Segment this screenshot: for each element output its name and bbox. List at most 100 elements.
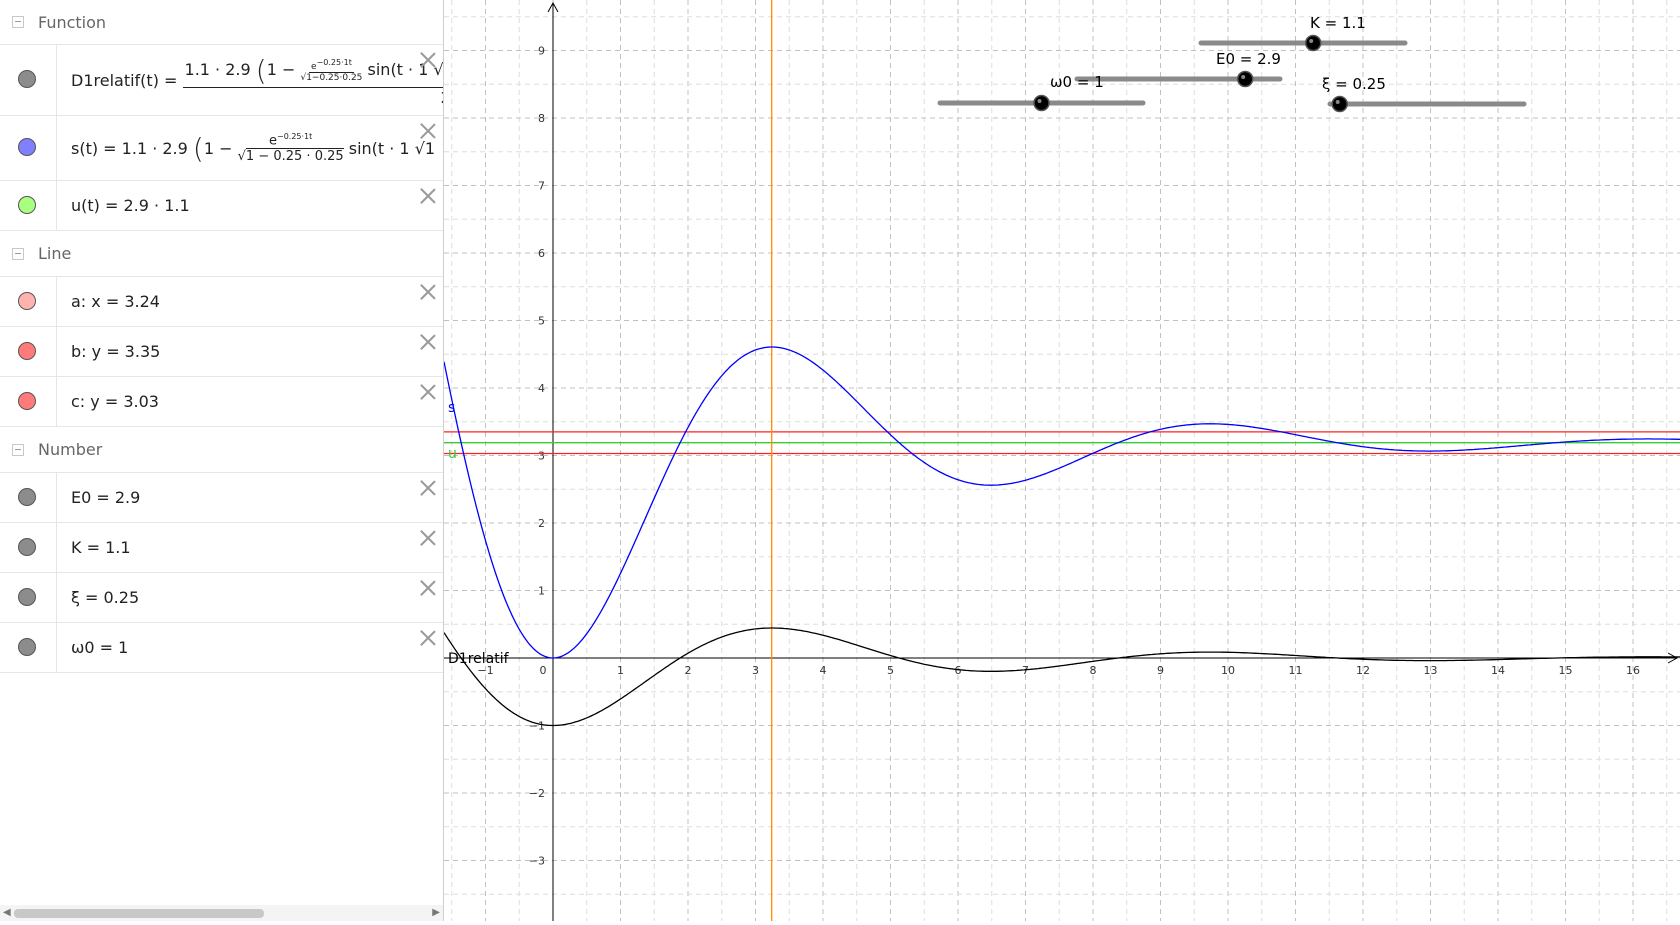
y-tick-label: 6 [538,247,545,260]
y-tick-label: −3 [529,855,545,868]
delete-omega0-icon[interactable] [419,629,437,647]
scrollbar-thumb[interactable] [14,909,264,918]
slider-xi-handle[interactable] [1331,95,1348,113]
graphics-view[interactable]: −1 0 1 2 3 4 5 6 7 8 9 10 11 12 13 14 15 16 9 8 7 6 5 4 3 2 1 −1 −2−… [443,0,1680,921]
slider-xi-handle-highlight [1335,100,1340,104]
line-a-definition[interactable]: a: x = 3.24 [57,277,443,326]
x-tick-label: 10 [1221,664,1235,677]
visibility-toggle-e0[interactable] [18,487,36,506]
line-b-definition[interactable]: b: y = 3.35 [57,327,443,376]
delete-d1relatif-icon[interactable] [419,51,437,69]
delete-e0-icon[interactable] [419,479,437,497]
x-tick-label: 14 [1491,664,1505,677]
y-tick-label: 5 [538,315,545,328]
u-definition[interactable]: u(t) = 2.9 · 1.1 [57,181,443,230]
visibility-toggle-a[interactable] [18,291,36,310]
delete-a-icon[interactable] [419,283,437,301]
category-line-label: Line [38,244,72,263]
category-number-label: Number [38,440,103,459]
collapse-function-icon[interactable] [12,16,24,28]
slider-xi-label: ξ = 0.25 [1322,75,1386,93]
k-definition[interactable]: K = 1.1 [57,523,443,572]
y-tick-label: 1 [538,585,545,598]
scroll-right-icon[interactable]: ▶ [432,907,440,918]
algebra-row-k[interactable]: K = 1.1 [0,523,443,573]
e0-definition[interactable]: E0 = 2.9 [57,473,443,522]
delete-xi-icon[interactable] [419,579,437,597]
line-c-definition[interactable]: c: y = 3.03 [57,377,443,426]
visibility-toggle-s[interactable] [18,138,36,156]
visibility-toggle-omega0[interactable] [18,637,36,656]
y-tick-label: 8 [538,112,545,125]
y-tick-label: 4 [538,382,545,395]
x-tick-label: 16 [1626,664,1640,677]
visibility-toggle-b[interactable] [18,341,36,360]
visibility-toggle-c[interactable] [18,391,36,410]
x-tick-label: 2 [685,664,692,677]
algebra-row-omega0[interactable]: ω0 = 1 [0,623,443,673]
slider-k-label: K = 1.1 [1310,14,1366,32]
slider-k-handle[interactable] [1304,34,1322,52]
x-tick-label: 15 [1559,664,1573,677]
visibility-toggle-u[interactable] [18,195,36,214]
label-u: u [448,446,457,462]
category-function[interactable]: Function [0,0,443,45]
visibility-toggle-k[interactable] [18,537,36,556]
omega0-definition[interactable]: ω0 = 1 [57,623,443,672]
x-tick-label: 5 [887,664,894,677]
x-tick-label: 0 [540,664,547,677]
category-function-label: Function [38,12,107,32]
slider-k-handle-highlight [1309,39,1314,43]
y-tick-label: 3 [538,450,545,463]
algebra-row-s[interactable]: s(t) = 1.1 · 2.9 (1 − e−0.25·1t √1 − 0.2… [0,116,443,181]
x-tick-label: 3 [752,664,759,677]
x-tick-label: 9 [1157,664,1164,677]
s-definition[interactable]: s(t) = 1.1 · 2.9 (1 − e−0.25·1t √1 − 0.2… [57,116,443,180]
algebra-row-u[interactable]: u(t) = 2.9 · 1.1 [0,181,443,231]
visibility-toggle-xi[interactable] [18,587,36,606]
xi-definition[interactable]: ξ = 0.25 [57,573,443,622]
label-s: s [448,400,455,416]
visibility-toggle-d1relatif[interactable] [18,70,36,88]
slider-e0-handle-highlight [1241,75,1246,79]
y-tick-label: 9 [538,45,545,58]
collapse-line-icon[interactable] [12,247,24,260]
algebra-row-xi[interactable]: ξ = 0.25 [0,573,443,623]
x-tick-label: 11 [1289,664,1303,677]
algebra-row-line-b[interactable]: b: y = 3.35 [0,327,443,377]
algebra-row-line-c[interactable]: c: y = 3.03 [0,377,443,427]
slider-omega0-handle-highlight [1037,99,1042,103]
collapse-number-icon[interactable] [12,443,24,456]
y-tick-label: 7 [538,180,545,193]
algebra-row-line-a[interactable]: a: x = 3.24 [0,277,443,327]
delete-k-icon[interactable] [419,529,437,547]
slider-omega0-label: ω0 = 1 [1050,73,1104,91]
algebra-row-d1relatif[interactable]: D1relatif(t) = 1.1 · 2.9 (1 − e−0.25·1t … [0,45,443,116]
label-d1relatif: D1relatif [448,651,510,667]
y-tick-label: 2 [538,517,545,530]
algebra-row-e0[interactable]: E0 = 2.9 [0,473,443,523]
x-tick-label: 12 [1356,664,1370,677]
delete-u-icon[interactable] [419,187,437,205]
d1relatif-fraction: 1.1 · 2.9 (1 − e−0.25·1t √1−0.25·0.25 si… [182,54,443,107]
delete-b-icon[interactable] [419,333,437,351]
algebra-view: Function D1relatif(t) = 1.1 · 2.9 (1 − e… [0,0,444,921]
slider-e0-label: E0 = 2.9 [1216,50,1281,68]
category-number[interactable]: Number [0,427,443,473]
scroll-left-icon[interactable]: ◀ [3,907,11,918]
x-tick-label: 6 [955,664,962,677]
x-tick-label: 1 [617,664,624,677]
slider-omega0-handle[interactable] [1033,94,1050,112]
x-tick-label: 8 [1090,664,1097,677]
x-tick-label: 4 [820,664,827,677]
slider-e0-handle[interactable] [1236,70,1254,88]
delete-s-icon[interactable] [419,122,437,140]
function-s-graph[interactable] [443,346,1680,659]
y-tick-label: −2 [529,787,545,800]
algebra-horizontal-scrollbar[interactable]: ◀ ▶ [0,905,443,921]
x-tick-label: 13 [1424,664,1438,677]
category-line[interactable]: Line [0,231,443,277]
graph-canvas[interactable]: −1 0 1 2 3 4 5 6 7 8 9 10 11 12 13 14 15 16987654321−1−2−… [443,0,1680,921]
d1relatif-definition[interactable]: D1relatif(t) = 1.1 · 2.9 (1 − e−0.25·1t … [57,45,443,115]
delete-c-icon[interactable] [419,383,437,401]
